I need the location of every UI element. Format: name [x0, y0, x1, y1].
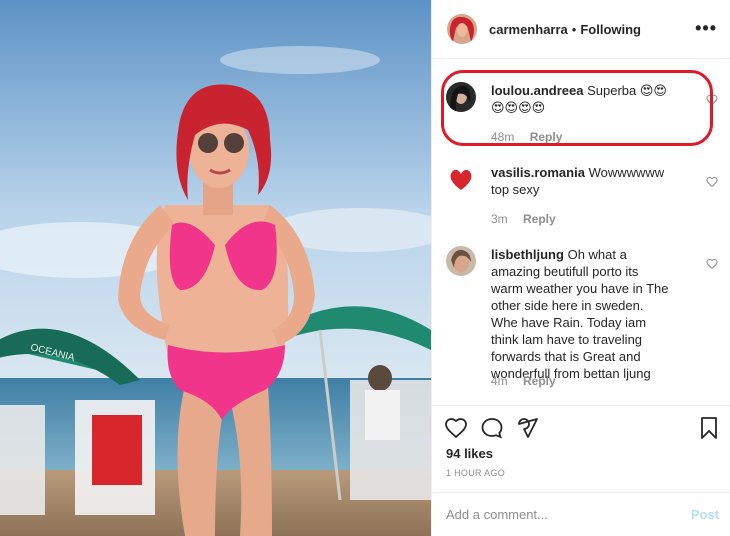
more-options-icon[interactable]: ••• — [695, 18, 717, 39]
comment-body: vasilis.romania Wowwwwww top sexy — [491, 164, 671, 198]
comment-body: lisbethljung Oh what a amazing beutifull… — [491, 246, 671, 382]
comment-input[interactable]: Add a comment... — [446, 507, 548, 522]
post-sidebar: carmenharra • Following ••• loulou.andre… — [431, 0, 730, 536]
separator-dot: • — [571, 21, 577, 37]
commenter-avatar[interactable] — [446, 164, 476, 194]
like-comment-heart-icon[interactable] — [706, 258, 718, 270]
following-button[interactable]: Following — [580, 22, 641, 37]
post-timestamp: 1 HOUR AGO — [446, 468, 506, 478]
commenter-avatar[interactable] — [446, 246, 476, 276]
author-avatar[interactable] — [447, 14, 477, 44]
post-photo[interactable]: OCEANIA — [0, 0, 431, 536]
comment-item: loulou.andreea Superba 😍😍 😍😍😍😍 48m Reply — [446, 82, 718, 144]
bookmark-icon[interactable] — [697, 416, 721, 440]
comment-age: 3m — [491, 212, 508, 226]
author-username[interactable]: carmenharra — [489, 22, 568, 37]
comment-body: loulou.andreea Superba 😍😍 😍😍😍😍 — [491, 82, 671, 116]
reply-button[interactable]: Reply — [530, 130, 563, 144]
comment-item: lisbethljung Oh what a amazing beutifull… — [446, 246, 718, 396]
like-comment-heart-icon[interactable] — [706, 176, 718, 188]
comment-meta: 48m Reply — [491, 130, 562, 144]
share-icon[interactable] — [516, 416, 540, 440]
comment-bubble-icon[interactable] — [480, 416, 504, 440]
like-comment-heart-icon[interactable] — [706, 94, 718, 106]
commenter-avatar[interactable] — [446, 82, 476, 112]
like-heart-icon[interactable] — [444, 416, 468, 440]
comment-username[interactable]: lisbethljung — [491, 247, 564, 262]
beach-photo: OCEANIA — [0, 0, 431, 536]
comment-text: Oh what a amazing beutifull porto its wa… — [491, 247, 669, 381]
comments-list[interactable]: loulou.andreea Superba 😍😍 😍😍😍😍 48m Reply — [432, 60, 730, 405]
post-actions: 94 likes 1 HOUR AGO — [432, 405, 730, 498]
comment-meta: 4m Reply — [491, 374, 556, 388]
comment-username[interactable]: vasilis.romania — [491, 165, 585, 180]
comment-item: vasilis.romania Wowwwwww top sexy 3m Rep… — [446, 164, 718, 226]
reply-button[interactable]: Reply — [523, 374, 556, 388]
add-comment-bar: Add a comment... Post — [432, 492, 730, 536]
comment-age: 48m — [491, 130, 515, 144]
comment-meta: 3m Reply — [491, 212, 556, 226]
post-comment-button[interactable]: Post — [691, 507, 719, 522]
comment-age: 4m — [491, 374, 508, 388]
comment-username[interactable]: loulou.andreea — [491, 83, 583, 98]
reply-button[interactable]: Reply — [523, 212, 556, 226]
post-header: carmenharra • Following ••• — [432, 0, 730, 59]
likes-count[interactable]: 94 likes — [446, 446, 493, 461]
